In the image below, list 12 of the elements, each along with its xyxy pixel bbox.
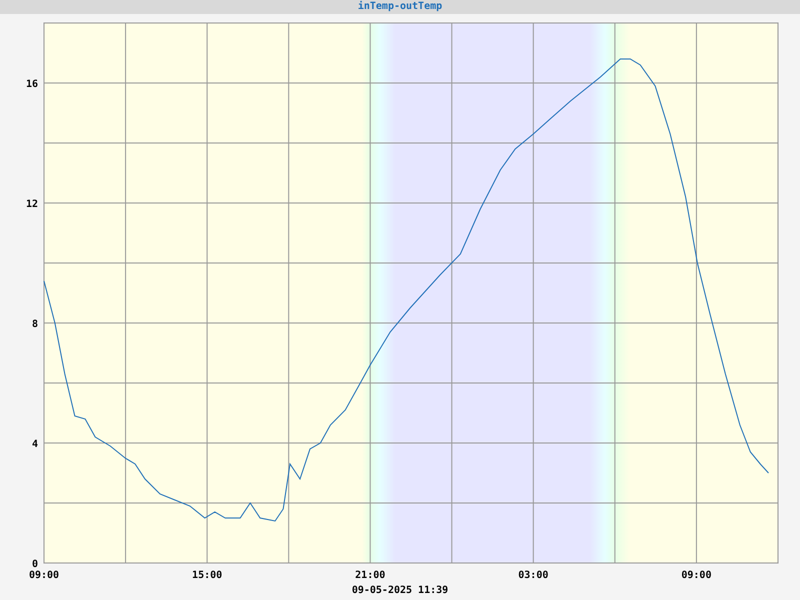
x-tick-label: 03:00 [518, 570, 548, 581]
x-tick-label: 21:00 [355, 570, 386, 581]
x-tick-label: 09:00 [28, 570, 60, 581]
chart-title: inTemp-outTemp [358, 2, 442, 12]
y-tick-label: 8 [32, 319, 38, 330]
y-tick-label: 16 [26, 79, 38, 90]
x-tick-label: 15:00 [192, 570, 222, 581]
y-tick-label: 12 [26, 199, 38, 210]
x-tick-label: 09:00 [681, 570, 712, 581]
y-tick-label: 4 [32, 439, 38, 450]
timestamp: 09-05-2025 11:39 [352, 586, 448, 596]
y-tick-label: 0 [32, 559, 38, 570]
